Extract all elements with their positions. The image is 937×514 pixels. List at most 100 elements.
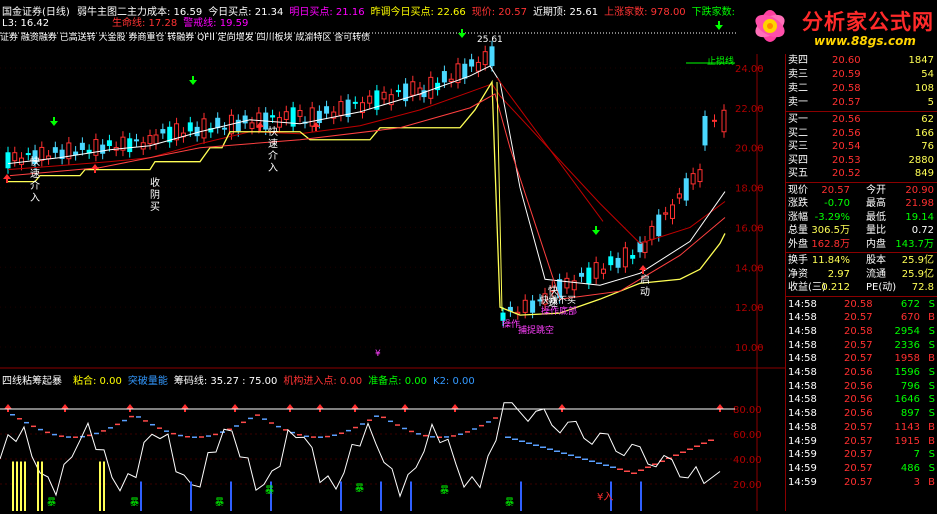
sub-step-bar	[402, 427, 407, 430]
candle-body	[712, 119, 717, 122]
sub-step-bar	[136, 416, 141, 418]
sub-value-item: K2: 0.00	[433, 376, 475, 387]
sub-volume-bar	[12, 461, 14, 511]
sub-volume-bar	[640, 481, 642, 511]
sub-step-bar	[519, 440, 525, 442]
logo-url: www.88gs.com	[814, 34, 916, 48]
tick-side: S	[928, 449, 935, 461]
stat-label: 最低	[866, 211, 886, 223]
tick-row: 14:58 20.56 1646 S	[786, 393, 937, 406]
sub-step-bar	[367, 419, 372, 421]
candle-body	[19, 157, 25, 165]
sub-step-bar	[708, 439, 714, 441]
stat-label: 流通	[866, 268, 886, 280]
stat-label: 今开	[866, 184, 886, 196]
stat-row: 外盘 162.8万 内盘 143.7万	[786, 238, 937, 251]
sub-step-bar	[701, 442, 707, 444]
main-axis-label: 24.00	[735, 64, 764, 75]
tick-row: 14:58 20.57 1143 B	[786, 421, 937, 434]
candle-body	[381, 91, 387, 100]
annotation-quick-buy-2: 介	[268, 150, 278, 162]
sub-step-bar	[465, 431, 470, 433]
stat-label: 最高	[866, 198, 886, 209]
sub-step-bar	[255, 414, 260, 416]
sub-marker: 暴	[355, 483, 364, 494]
stat-row: 总量 306.5万 量比 0.72	[786, 224, 937, 237]
sub-step-bar	[339, 432, 344, 434]
tick-volume: 2336	[894, 339, 920, 351]
main-axis-label: 14.00	[735, 263, 764, 274]
sub-value-item: 筹码线: 35.27 : 75.00	[173, 376, 278, 387]
sub-step-bar	[276, 425, 281, 428]
ask-volume: 5	[927, 97, 934, 108]
candle-body	[663, 212, 669, 215]
kline-chart[interactable]: 24.00 22.00 20.00 18.00 16.00 14.00 12.00 10.00…	[0, 0, 785, 511]
sub-step-bar	[262, 418, 267, 420]
tick-side: S	[928, 367, 935, 378]
stat-value: 162.8万	[811, 238, 850, 250]
sub-step-bar	[115, 423, 120, 426]
bid-price: 20.54	[832, 141, 861, 152]
annotation-close-buy: 阴	[150, 189, 160, 201]
sub-up-arrow-icon	[61, 404, 69, 412]
stat-row: 换手 11.84% 股本 25.9亿	[786, 254, 937, 267]
sub-step-bar	[234, 425, 239, 427]
bid-row: 买一 20.56 62	[786, 113, 937, 126]
tick-time: 14:58	[788, 353, 817, 365]
tick-side: S	[928, 339, 935, 351]
panel-separator	[786, 295, 937, 297]
candle-body	[100, 144, 106, 154]
tick-price: 20.56	[844, 394, 873, 406]
candle-body	[649, 225, 655, 240]
sub-step-bar	[31, 425, 36, 428]
sub-step-bar	[582, 458, 588, 460]
annotation-close-buy: 买	[150, 201, 160, 213]
tick-volume: 1143	[894, 421, 920, 433]
sub-axis-label: 60.00	[733, 430, 762, 441]
annotation-close-buy: 收	[150, 176, 160, 189]
stat-value: 25.9亿	[901, 255, 934, 266]
annotation-quick-buy-2: 快	[268, 126, 278, 138]
kline-chart-area[interactable]: 24.00 22.00 20.00 18.00 16.00 14.00 12.00 10.00…	[0, 0, 785, 511]
sub-step-bar	[374, 415, 379, 417]
bid-row: 买五 20.52 849	[786, 167, 937, 180]
bid-label: 买五	[788, 168, 808, 179]
tick-row: 14:59 20.57 3 B	[786, 476, 937, 489]
candle-body	[462, 63, 468, 79]
candle-body	[622, 247, 628, 268]
candle-body	[93, 139, 99, 156]
candle-body	[153, 134, 159, 145]
stat-label: 外盘	[788, 238, 808, 250]
candle-body	[297, 110, 303, 117]
tick-price: 20.58	[844, 325, 873, 337]
tick-volume: 670	[900, 312, 920, 324]
sub-step-bar	[318, 436, 323, 438]
sub-step-bar	[360, 423, 365, 425]
tick-time: 14:58	[788, 380, 817, 392]
tick-price: 20.57	[844, 435, 873, 447]
sub-step-bar	[206, 435, 211, 437]
sub-step-bar	[645, 466, 651, 468]
sub-step-bar	[451, 435, 456, 437]
sub-volume-bar	[520, 481, 522, 511]
tick-row: 14:58 20.58 672 S	[786, 298, 937, 311]
tick-row: 14:58 20.57 670 B	[786, 311, 937, 324]
sub-step-bar	[409, 430, 414, 433]
stat-value: 143.7万	[895, 238, 934, 250]
main-axis-label: 22.00	[735, 104, 764, 115]
sub-step-bar	[547, 448, 553, 450]
sub-step-bar	[512, 438, 518, 440]
candle-body	[670, 204, 675, 219]
tick-row: 14:59 20.57 486 S	[786, 462, 937, 475]
bid-label: 买四	[788, 154, 808, 166]
sub-step-bar	[213, 433, 218, 436]
top-price-label: 25.61	[477, 35, 503, 45]
panel-separator	[786, 111, 937, 112]
candle-body	[242, 115, 248, 124]
sub-step-bar	[122, 419, 127, 422]
stat-value: 0.212	[821, 282, 850, 293]
candle-body	[522, 299, 528, 313]
annotation-quick-buy-2: 速	[268, 138, 278, 150]
sub-step-bar	[694, 445, 700, 447]
alert-line	[7, 65, 726, 286]
